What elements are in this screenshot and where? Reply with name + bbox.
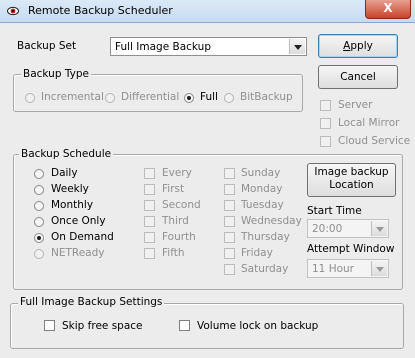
image-backup-location-line1: Image backup — [314, 166, 389, 178]
daily-radio[interactable] — [34, 169, 44, 179]
on-demand-radio[interactable] — [34, 233, 44, 243]
dialog-body: Backup Set Full Image Backup Apply Cance… — [0, 23, 415, 358]
third-label: Third — [162, 215, 189, 227]
every-label: Every — [162, 167, 192, 179]
volume-lock-checkbox[interactable] — [179, 320, 190, 331]
every-checkbox[interactable] — [144, 168, 155, 179]
once-only-radio[interactable] — [34, 217, 44, 227]
monthly-label: Monthly — [51, 199, 94, 211]
title-bar[interactable]: Remote Backup Scheduler X — [0, 0, 415, 23]
weekly-label: Weekly — [51, 183, 89, 195]
chevron-down-icon[interactable] — [371, 261, 387, 276]
incremental-radio[interactable] — [25, 93, 35, 103]
window-title: Remote Backup Scheduler — [28, 4, 173, 17]
image-backup-location-button[interactable]: Image backup Location — [307, 163, 396, 197]
differential-radio[interactable] — [105, 93, 115, 103]
attempt-window-value: 11 Hour — [312, 263, 354, 275]
local-mirror-checkbox[interactable] — [320, 118, 331, 129]
monthly-radio[interactable] — [34, 201, 44, 211]
weekly-radio[interactable] — [34, 185, 44, 195]
image-backup-location-line2: Location — [329, 179, 374, 191]
bitbackup-radio[interactable] — [224, 93, 234, 103]
differential-label: Differential — [121, 91, 180, 103]
close-button[interactable]: X — [365, 0, 411, 19]
daily-label: Daily — [51, 167, 78, 179]
fourth-label: Fourth — [162, 231, 196, 243]
cloud-service-checkbox[interactable] — [320, 136, 331, 147]
wednesday-checkbox[interactable] — [224, 216, 235, 227]
skip-free-space-checkbox[interactable] — [44, 320, 55, 331]
netready-label: NETReady — [51, 247, 105, 259]
monday-label: Monday — [241, 183, 283, 195]
fourth-checkbox[interactable] — [144, 232, 155, 243]
backup-set-label: Backup Set — [17, 40, 77, 52]
first-label: First — [162, 183, 185, 195]
volume-lock-label: Volume lock on backup — [197, 320, 319, 332]
image-settings-legend: Full Image Backup Settings — [18, 296, 165, 308]
cloud-service-label: Cloud Service — [338, 135, 411, 147]
fifth-label: Fifth — [162, 247, 185, 259]
app-eye-icon — [7, 6, 19, 16]
second-checkbox[interactable] — [144, 200, 155, 211]
wednesday-label: Wednesday — [241, 215, 302, 227]
start-time-value: 20:00 — [312, 223, 343, 235]
third-checkbox[interactable] — [144, 216, 155, 227]
first-checkbox[interactable] — [144, 184, 155, 195]
friday-label: Friday — [241, 247, 273, 259]
on-demand-label: On Demand — [51, 231, 114, 243]
backup-type-legend: Backup Type — [21, 68, 91, 80]
sunday-label: Sunday — [241, 167, 281, 179]
saturday-checkbox[interactable] — [224, 264, 235, 275]
thursday-checkbox[interactable] — [224, 232, 235, 243]
monday-checkbox[interactable] — [224, 184, 235, 195]
local-mirror-label: Local Mirror — [338, 117, 400, 129]
start-time-label: Start Time — [307, 205, 362, 217]
saturday-label: Saturday — [241, 263, 289, 275]
attempt-window-dropdown[interactable]: 11 Hour — [307, 259, 389, 278]
sunday-checkbox[interactable] — [224, 168, 235, 179]
server-label: Server — [338, 99, 373, 111]
backup-set-dropdown[interactable]: Full Image Backup — [110, 37, 307, 56]
apply-button[interactable]: Apply — [318, 34, 398, 58]
cancel-button[interactable]: Cancel — [318, 65, 398, 89]
bitbackup-label: BitBackup — [240, 91, 293, 103]
incremental-label: Incremental — [41, 91, 104, 103]
backup-schedule-legend: Backup Schedule — [19, 148, 114, 160]
netready-radio[interactable] — [34, 249, 44, 259]
friday-checkbox[interactable] — [224, 248, 235, 259]
attempt-window-label: Attempt Window — [307, 243, 395, 255]
start-time-dropdown[interactable]: 20:00 — [307, 219, 389, 238]
full-label: Full — [200, 91, 218, 103]
chevron-down-icon[interactable] — [289, 39, 305, 54]
full-radio[interactable] — [184, 93, 194, 103]
backup-set-value: Full Image Backup — [115, 41, 212, 53]
fifth-checkbox[interactable] — [144, 248, 155, 259]
chevron-down-icon[interactable] — [371, 221, 387, 236]
tuesday-checkbox[interactable] — [224, 200, 235, 211]
server-checkbox[interactable] — [320, 100, 331, 111]
thursday-label: Thursday — [241, 231, 290, 243]
tuesday-label: Tuesday — [241, 199, 284, 211]
second-label: Second — [162, 199, 201, 211]
once-only-label: Once Only — [51, 215, 106, 227]
skip-free-space-label: Skip free space — [62, 320, 143, 332]
